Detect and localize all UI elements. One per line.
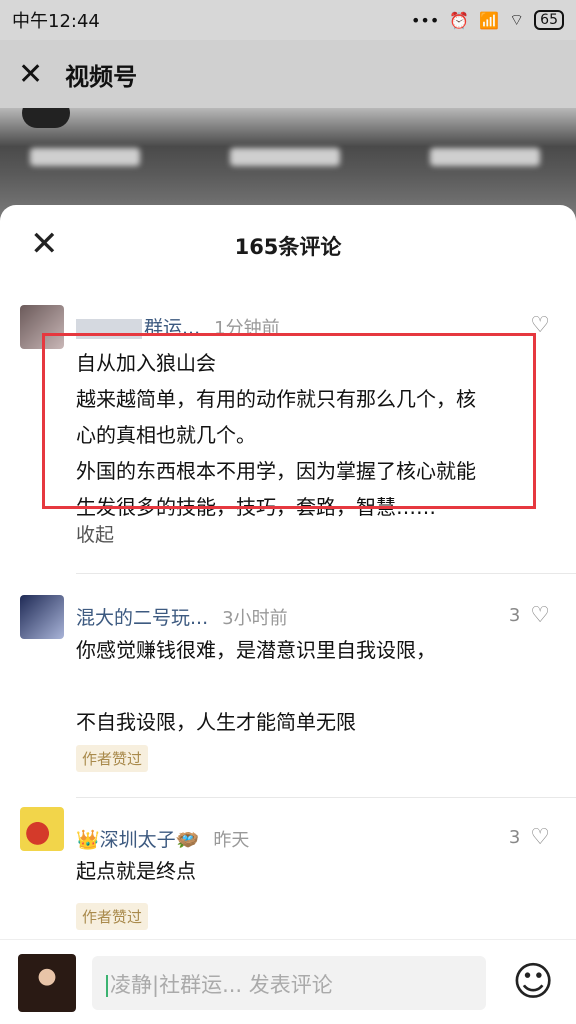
avatar[interactable] bbox=[20, 595, 64, 639]
close-icon[interactable]: ✕ bbox=[18, 57, 43, 92]
signal-icon: 📶 bbox=[479, 10, 500, 30]
comment-input[interactable]: 凌静|社群运... 发表评论 bbox=[92, 956, 486, 1010]
ceiling-light bbox=[30, 148, 140, 166]
status-bar: 中午12:44 ••• ⏰ 📶 ⌔ 65 bbox=[0, 0, 576, 40]
like-count: 3 bbox=[508, 605, 521, 626]
text-caret bbox=[106, 975, 108, 997]
comment-text: 你感觉赚钱很难，是潜意识里自我设限， 不自我设限，人生才能简单无限 bbox=[76, 638, 436, 734]
alarm-icon: ⏰ bbox=[449, 10, 470, 30]
page-title: 视频号 bbox=[65, 62, 138, 91]
comment-username[interactable]: 混大的二号玩... 3小时前 bbox=[76, 603, 288, 630]
like-count: 3 bbox=[508, 827, 521, 848]
wifi-icon: ⌔ bbox=[509, 10, 525, 29]
divider bbox=[76, 797, 576, 798]
avatar[interactable] bbox=[20, 807, 64, 851]
highlight-box bbox=[42, 333, 536, 509]
avatar bbox=[22, 108, 70, 128]
emoji-icon[interactable]: ☺ bbox=[512, 960, 554, 1004]
comments-sheet: ✕ 165条评论 群运... 1分钟前 ♡ 自从加入狼山会 越来越简单，有用的动作… bbox=[0, 205, 576, 1024]
ceiling-light bbox=[230, 148, 340, 166]
heart-icon: ♡ bbox=[530, 603, 550, 628]
collapse-link[interactable]: 收起 bbox=[76, 520, 114, 547]
status-time: 中午12:44 bbox=[12, 11, 100, 32]
battery-icon: 65 bbox=[534, 10, 564, 30]
comment-time: 昨天 bbox=[213, 830, 250, 851]
ceiling-light bbox=[430, 148, 540, 166]
comment-input-bar: 凌静|社群运... 发表评论 ☺ bbox=[0, 939, 576, 1024]
like-button[interactable]: 3 ♡ bbox=[509, 603, 550, 628]
video-background[interactable] bbox=[0, 108, 576, 218]
dots-icon: ••• bbox=[410, 10, 440, 30]
comment-username[interactable]: 👑深圳太子🪺 昨天 bbox=[76, 825, 249, 852]
author-liked-badge: 作者赞过 bbox=[76, 745, 149, 772]
avatar bbox=[18, 954, 76, 1012]
comment-time: 3小时前 bbox=[222, 608, 288, 629]
like-button[interactable]: 3 ♡ bbox=[509, 825, 550, 850]
divider bbox=[76, 573, 576, 574]
author-liked-badge: 作者赞过 bbox=[76, 903, 149, 930]
heart-icon: ♡ bbox=[530, 825, 550, 850]
app-header: ✕ 视频号 bbox=[0, 40, 576, 108]
sheet-header: ✕ 165条评论 bbox=[0, 205, 576, 285]
comment-count-title: 165条评论 bbox=[234, 235, 342, 259]
status-icons: ••• ⏰ 📶 ⌔ 65 bbox=[411, 10, 564, 30]
comment-text: 起点就是终点 bbox=[76, 859, 196, 883]
